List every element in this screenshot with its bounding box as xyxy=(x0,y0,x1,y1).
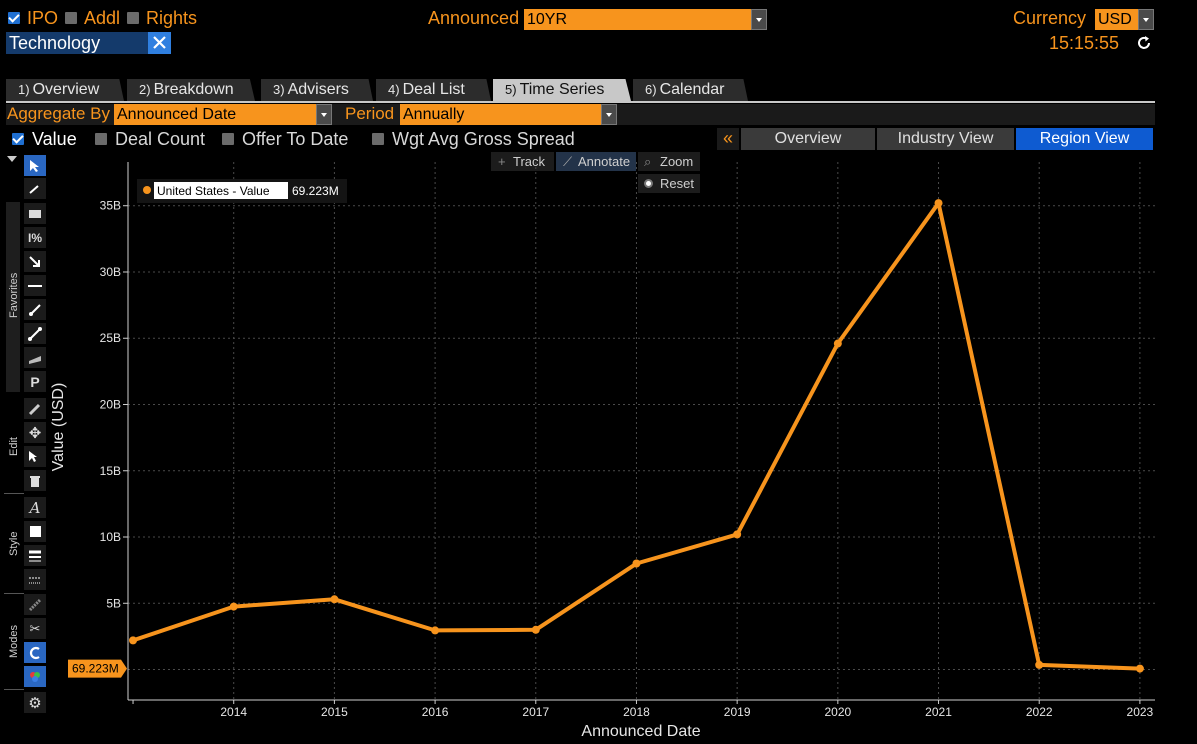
data-point xyxy=(330,595,339,604)
data-point xyxy=(733,530,742,539)
data-point xyxy=(934,199,943,208)
data-point xyxy=(129,636,138,645)
data-point xyxy=(229,602,238,611)
chart-grid xyxy=(128,162,1155,700)
legend-marker xyxy=(143,186,151,194)
data-point xyxy=(431,626,440,635)
x-tick-label: 2015 xyxy=(321,705,348,719)
last-value-label: 69.223M xyxy=(72,662,119,676)
data-point xyxy=(833,339,842,348)
legend-value: 69.223M xyxy=(292,184,339,198)
y-tick-label: 30B xyxy=(100,265,121,279)
x-tick-label: 2019 xyxy=(724,705,751,719)
y-tick-label: 10B xyxy=(100,530,121,544)
x-tick-label: 2018 xyxy=(623,705,650,719)
x-tick-label: 2021 xyxy=(925,705,952,719)
y-tick-label: 25B xyxy=(100,331,121,345)
y-axis-title: Value (USD) xyxy=(50,383,67,472)
x-tick-label: 2023 xyxy=(1127,705,1154,719)
data-point xyxy=(632,559,641,568)
data-point xyxy=(1135,664,1144,673)
time-series-chart: 5B10B15B20B25B30B35B 2014 2015 2016 2017 201… xyxy=(50,162,1155,740)
y-axis-ticks: 5B 10B 15B 20B 25B 30B 35B xyxy=(100,199,128,610)
y-tick-label: 15B xyxy=(100,464,121,478)
x-tick-label: 2017 xyxy=(522,705,549,719)
x-axis-title: Announced Date xyxy=(581,723,700,740)
data-point xyxy=(1035,660,1044,669)
y-tick-label: 5B xyxy=(106,596,121,610)
x-axis-ticks: 2014 2015 2016 2017 2018 2019 2020 2021 2022 2023 xyxy=(132,700,1154,719)
y-tick-label: 20B xyxy=(100,397,121,411)
x-tick-label: 2022 xyxy=(1026,705,1053,719)
x-tick-label: 2016 xyxy=(422,705,449,719)
x-tick-label: 2020 xyxy=(824,705,851,719)
legend-label: United States - Value xyxy=(157,184,270,198)
x-tick-label: 2014 xyxy=(220,705,247,719)
data-point xyxy=(531,625,540,634)
y-tick-label: 35B xyxy=(100,199,121,213)
